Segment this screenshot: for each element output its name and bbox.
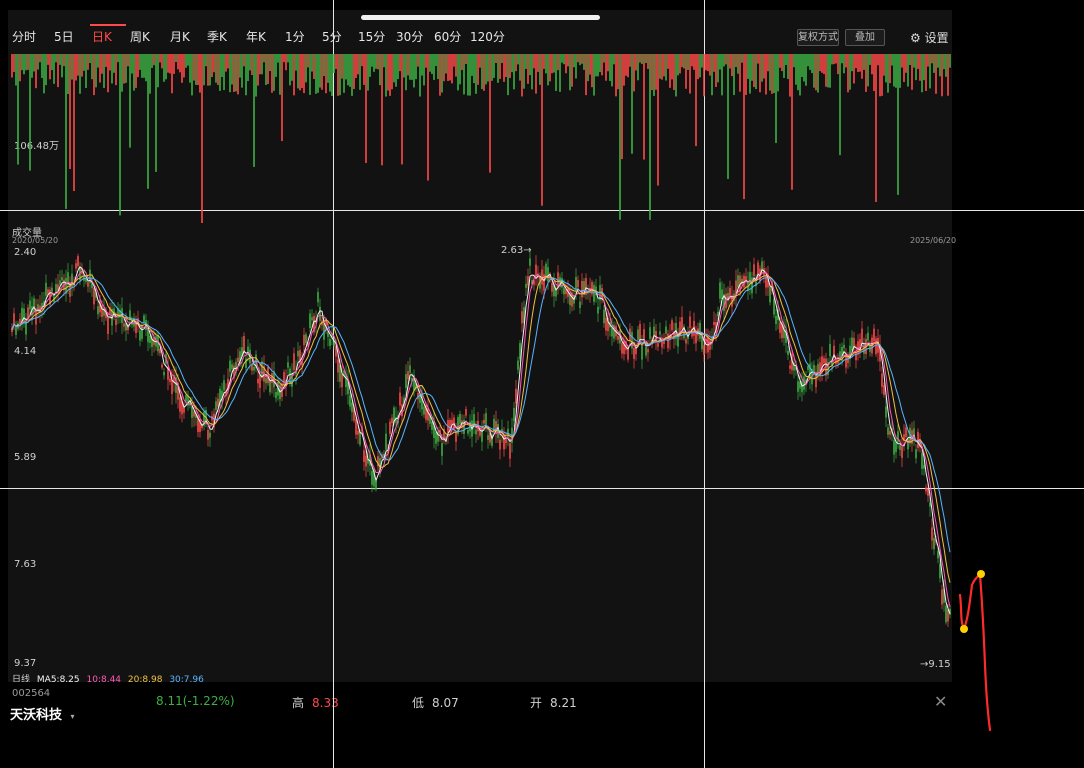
high-value: 8.33	[312, 696, 339, 710]
crosshair-vertical-1	[333, 0, 334, 768]
gear-icon: ⚙	[910, 31, 921, 45]
active-tab-underline	[90, 24, 126, 26]
stock-name: 天沃科技	[10, 708, 63, 723]
open-value: 8.21	[550, 696, 577, 710]
tab-period[interactable]: 年K	[246, 28, 266, 45]
low-price-marker: →9.15	[920, 659, 951, 670]
price-axis-top: 2.40	[14, 247, 37, 258]
tab-period[interactable]: 120分	[470, 28, 505, 45]
price-axis-label: 7.63	[14, 559, 37, 570]
annotation-dot	[977, 570, 985, 578]
adjust-mode-button[interactable]: 复权方式	[797, 29, 839, 46]
high-quote: 高 8.33	[292, 694, 339, 711]
tab-period[interactable]: 月K	[170, 28, 190, 45]
quote-footer: 002564 天沃科技 ▾ 8.11(-1.22%) 高 8.33 低 8.07 开…	[0, 682, 1084, 768]
high-label: 高	[292, 696, 305, 710]
stock-code: 002564	[12, 688, 51, 699]
overlay-button[interactable]: 叠加	[845, 29, 885, 46]
caret-down-icon: ▾	[70, 712, 75, 721]
low-quote: 低 8.07	[412, 694, 459, 711]
start-date: 2020/05/20	[12, 236, 59, 245]
open-label: 开	[530, 696, 543, 710]
tab-period[interactable]: 分时	[12, 28, 36, 45]
settings-label: 设置	[924, 31, 949, 45]
tab-period[interactable]: 季K	[207, 28, 227, 45]
tab-period[interactable]: 1分	[285, 28, 305, 45]
settings-button[interactable]: ⚙ 设置	[910, 29, 949, 46]
crosshair-horizontal-2	[0, 488, 1084, 489]
price-axis-label: 9.37	[14, 658, 37, 669]
crosshair-vertical-2	[704, 0, 705, 768]
high-price-marker: 2.63→	[501, 245, 532, 256]
crosshair-horizontal-1	[0, 210, 1084, 211]
low-label: 低	[412, 696, 425, 710]
tab-period[interactable]: 30分	[396, 28, 423, 45]
stock-name-selector[interactable]: 天沃科技 ▾	[10, 704, 75, 723]
home-indicator	[361, 15, 600, 20]
last-price: 8.11(-1.22%)	[156, 694, 235, 708]
end-date: 2025/06/20	[910, 236, 957, 245]
kline-chart-panel[interactable]	[8, 10, 952, 682]
tab-period[interactable]: 5分	[322, 28, 342, 45]
price-axis-label: 5.89	[14, 452, 37, 463]
low-value: 8.07	[432, 696, 459, 710]
annotation-dot	[960, 625, 968, 633]
tab-period[interactable]: 周K	[130, 28, 150, 45]
price-axis-label: 4.14	[14, 346, 37, 357]
volume-max-label: 106.48万	[14, 141, 59, 152]
close-icon[interactable]: ✕	[934, 692, 947, 711]
tab-period[interactable]: 5日	[54, 28, 74, 45]
tab-period[interactable]: 日K	[92, 28, 112, 45]
tab-period[interactable]: 15分	[358, 28, 385, 45]
tab-period[interactable]: 60分	[434, 28, 461, 45]
open-quote: 开 8.21	[530, 694, 577, 711]
